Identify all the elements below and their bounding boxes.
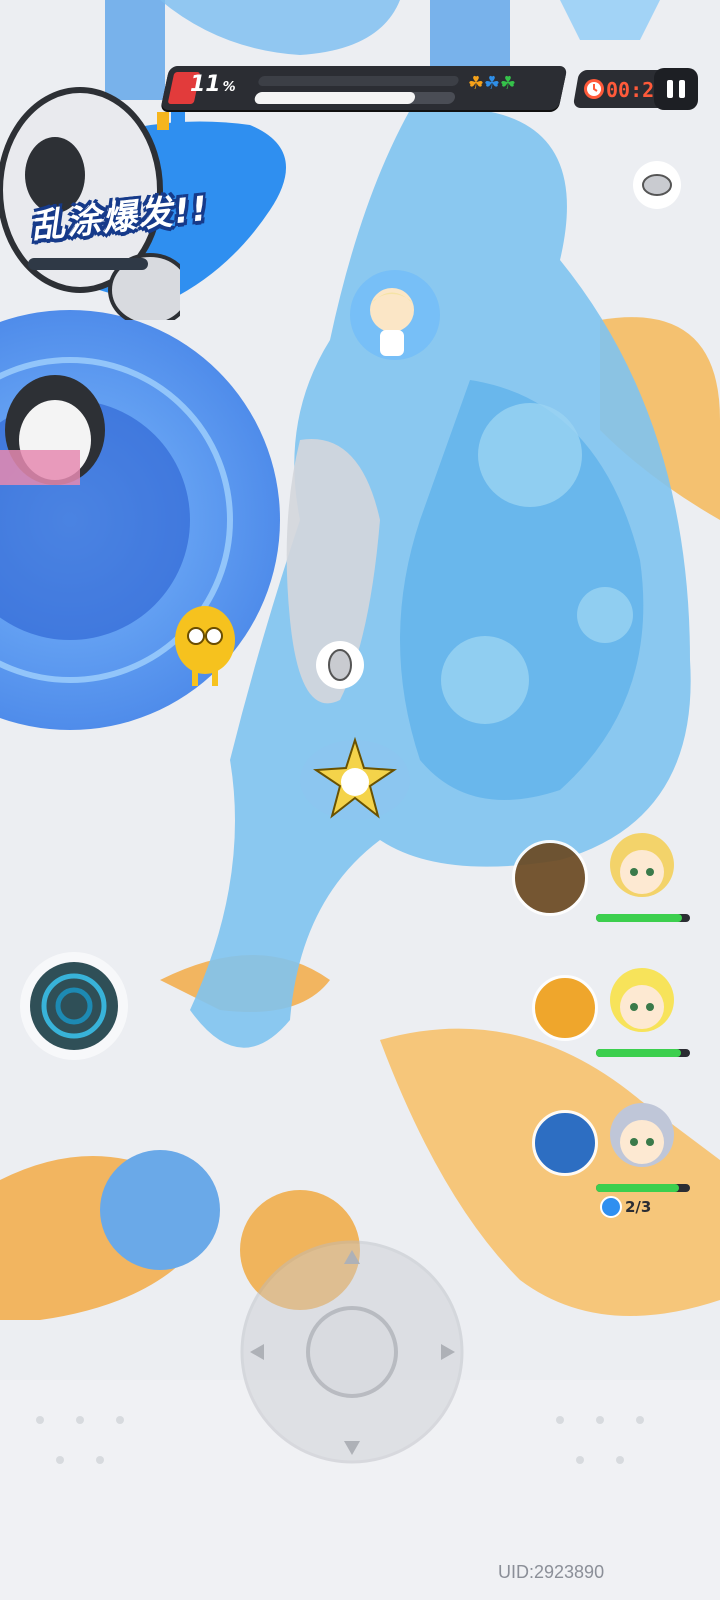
hp-bar xyxy=(596,914,690,922)
fire-skill-icon[interactable] xyxy=(532,975,598,1041)
hp-fill xyxy=(596,1184,679,1192)
player-character xyxy=(350,270,440,370)
hp-bar xyxy=(596,1184,690,1192)
charge-count: 2/3 xyxy=(625,1198,652,1216)
butterfly-skill-icon[interactable] xyxy=(532,1110,598,1176)
progress-value: 11 xyxy=(190,72,221,97)
hp-fill xyxy=(596,914,683,922)
charge-icon xyxy=(600,1196,622,1218)
skill-charge-bar xyxy=(28,258,148,270)
dash-skill-button[interactable] xyxy=(18,950,130,1062)
skill-charges: 2/3 xyxy=(600,1196,651,1218)
pause-button[interactable] xyxy=(654,68,698,110)
game-stage: 11% ☘ ☘ ☘ 00:21 乱涂爆发!! 2/3 UID:2923890 xyxy=(0,0,720,1600)
progress-sub-flag xyxy=(155,112,189,132)
seed-marker xyxy=(315,640,365,690)
clock-icon xyxy=(584,79,604,99)
hp-fill xyxy=(596,1049,681,1057)
uid-label: UID:2923890 xyxy=(498,1562,605,1582)
virtual-joystick[interactable] xyxy=(240,1240,465,1465)
hp-bar xyxy=(596,1049,690,1057)
progress-percent: 11% xyxy=(190,72,236,97)
character-portrait-blonde-icon[interactable] xyxy=(592,810,692,910)
progress-fill xyxy=(253,92,417,104)
seed-marker-top xyxy=(632,160,682,210)
pause-icon xyxy=(664,80,688,98)
star-orb-pickup xyxy=(300,730,410,830)
progress-unit: % xyxy=(222,80,236,95)
yellow-creature-enemy xyxy=(170,600,240,690)
character-portrait-spiky-icon[interactable] xyxy=(592,945,692,1045)
progress-track xyxy=(253,92,457,104)
collectible-tracker: ☘ ☘ ☘ xyxy=(468,73,518,94)
penguin-enemy xyxy=(0,340,110,490)
progress-track-top xyxy=(257,76,460,86)
character-portrait-silver-icon[interactable] xyxy=(592,1080,692,1180)
clover-green-icon: ☘ xyxy=(499,73,517,94)
shell-skill-icon[interactable] xyxy=(512,840,588,916)
